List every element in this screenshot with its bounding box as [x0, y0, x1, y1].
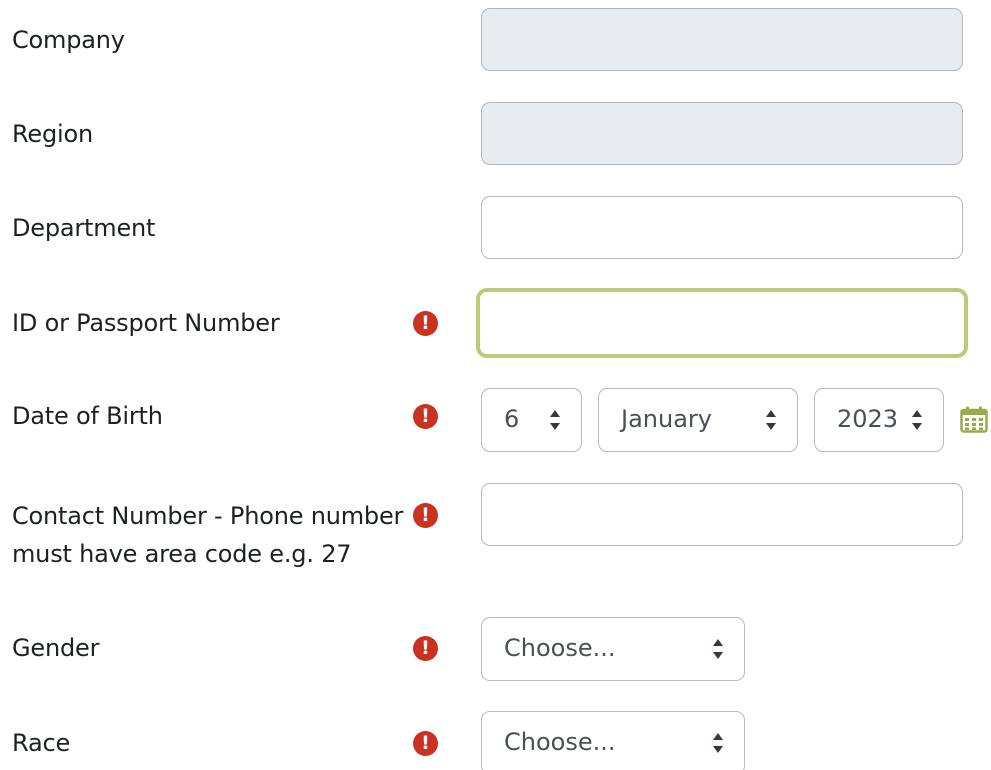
dob-day-select[interactable]: 6: [481, 388, 582, 452]
select-caret-icon: [713, 639, 724, 659]
select-caret-icon: [766, 410, 777, 430]
dob-month-value: January: [621, 405, 712, 433]
required-icon: !: [413, 731, 438, 756]
dob-day-value: 6: [504, 405, 520, 433]
company-label: Company: [12, 26, 125, 54]
dob-month-select[interactable]: January: [598, 388, 798, 452]
region-input: [481, 102, 963, 165]
company-input: [481, 8, 963, 71]
department-input[interactable]: [481, 196, 963, 259]
profile-form: Company Region Department ID or Passport…: [0, 0, 991, 770]
gender-select[interactable]: Choose...: [481, 617, 745, 681]
contact-number-input[interactable]: [481, 483, 963, 546]
select-caret-icon: [713, 733, 724, 753]
dob-year-value: 2023: [837, 405, 899, 433]
race-selected-value: Choose...: [504, 728, 616, 756]
gender-selected-value: Choose...: [504, 634, 616, 662]
region-label: Region: [12, 120, 93, 148]
required-icon: !: [413, 503, 438, 528]
required-icon: !: [413, 311, 438, 336]
id-passport-label: ID or Passport Number: [12, 309, 280, 337]
department-label: Department: [12, 214, 156, 242]
gender-label: Gender: [12, 634, 100, 662]
dob-label: Date of Birth: [12, 402, 163, 430]
required-icon: !: [413, 404, 438, 429]
id-passport-input[interactable]: [476, 288, 968, 358]
contact-label-line2: must have area code e.g. 27: [12, 540, 352, 568]
select-caret-icon: [912, 410, 923, 430]
select-caret-icon: [550, 410, 561, 430]
required-icon: !: [413, 636, 438, 661]
dob-year-select[interactable]: 2023: [814, 388, 944, 452]
contact-label-line1: Contact Number - Phone number: [12, 502, 404, 530]
calendar-icon[interactable]: [960, 406, 988, 433]
race-select[interactable]: Choose...: [481, 711, 745, 770]
race-label: Race: [12, 729, 71, 757]
